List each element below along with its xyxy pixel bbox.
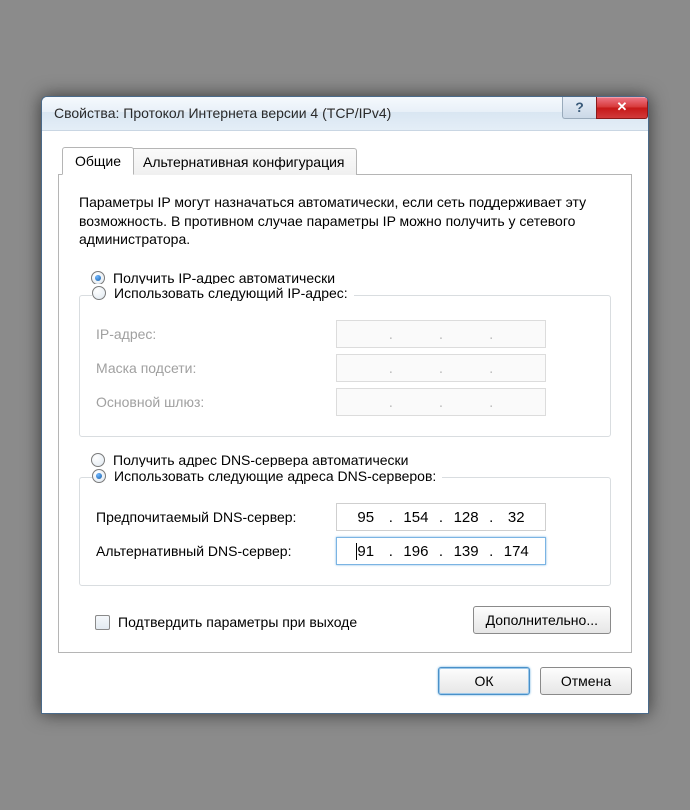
preferred-dns-label: Предпочитаемый DNS-сервер: [96,509,336,525]
preferred-dns-row: Предпочитаемый DNS-сервер: 95. 154. 128.… [96,503,594,531]
ok-button[interactable]: ОК [438,667,530,695]
alternate-dns-row: Альтернативный DNS-сервер: 91. 196. 139.… [96,537,594,565]
dns-manual-radio-row[interactable]: Использовать следующие адреса DNS-сервер… [92,467,442,485]
tab-general-label: Общие [75,153,121,169]
gateway-label: Основной шлюз: [96,394,336,410]
tab-alternate-label: Альтернативная конфигурация [143,154,344,170]
ok-button-label: ОК [474,673,493,689]
tabs: Общие Альтернативная конфигурация [58,147,632,175]
titlebar: Свойства: Протокол Интернета версии 4 (T… [42,97,648,131]
advanced-button[interactable]: Дополнительно... [473,606,611,634]
validate-checkbox-label: Подтвердить параметры при выходе [118,614,357,630]
cancel-button-label: Отмена [561,673,611,689]
alternate-dns-label: Альтернативный DNS-сервер: [96,543,336,559]
alternate-dns-input[interactable]: 91. 196. 139. 174 [336,537,546,565]
help-button[interactable]: ? [562,97,596,119]
advanced-button-label: Дополнительно... [486,612,598,628]
dialog-buttons: ОК Отмена [58,667,632,695]
dns-manual-group: Использовать следующие адреса DNS-сервер… [79,477,611,586]
tab-panel: Параметры IP могут назначаться автоматич… [58,175,632,654]
gateway-input: . . . [336,388,546,416]
ip-address-label: IP-адрес: [96,326,336,342]
dns-auto-radio[interactable] [91,453,105,467]
ip-manual-group: Использовать следующий IP-адрес: IP-адре… [79,295,611,437]
dialog-body: Общие Альтернативная конфигурация Параме… [42,131,648,714]
subnet-mask-row: Маска подсети: . . . [96,354,594,382]
close-icon: ✕ [617,99,628,115]
dialog-window: Свойства: Протокол Интернета версии 4 (T… [41,96,649,715]
ip-auto-radio[interactable] [91,271,105,285]
ip-address-row: IP-адрес: . . . [96,320,594,348]
validate-checkbox[interactable] [95,615,110,630]
validate-checkbox-row[interactable]: Подтвердить параметры при выходе [95,614,357,630]
dns-manual-radio[interactable] [92,469,106,483]
ip-address-input: . . . [336,320,546,348]
window-title: Свойства: Протокол Интернета версии 4 (T… [54,105,391,121]
subnet-mask-input: . . . [336,354,546,382]
cancel-button[interactable]: Отмена [540,667,632,695]
dns-manual-label: Использовать следующие адреса DNS-сервер… [114,468,436,484]
tab-general[interactable]: Общие [62,147,134,175]
ip-manual-radio-row[interactable]: Использовать следующий IP-адрес: [92,284,354,302]
tab-alternate[interactable]: Альтернативная конфигурация [130,148,357,175]
close-button[interactable]: ✕ [596,97,648,119]
help-icon: ? [575,99,584,115]
subnet-mask-label: Маска подсети: [96,360,336,376]
ip-manual-label: Использовать следующий IP-адрес: [114,285,348,301]
titlebar-buttons: ? ✕ [562,97,648,121]
intro-text: Параметры IP могут назначаться автоматич… [79,193,611,250]
preferred-dns-input[interactable]: 95. 154. 128. 32 [336,503,546,531]
ip-manual-radio[interactable] [92,286,106,300]
gateway-row: Основной шлюз: . . . [96,388,594,416]
